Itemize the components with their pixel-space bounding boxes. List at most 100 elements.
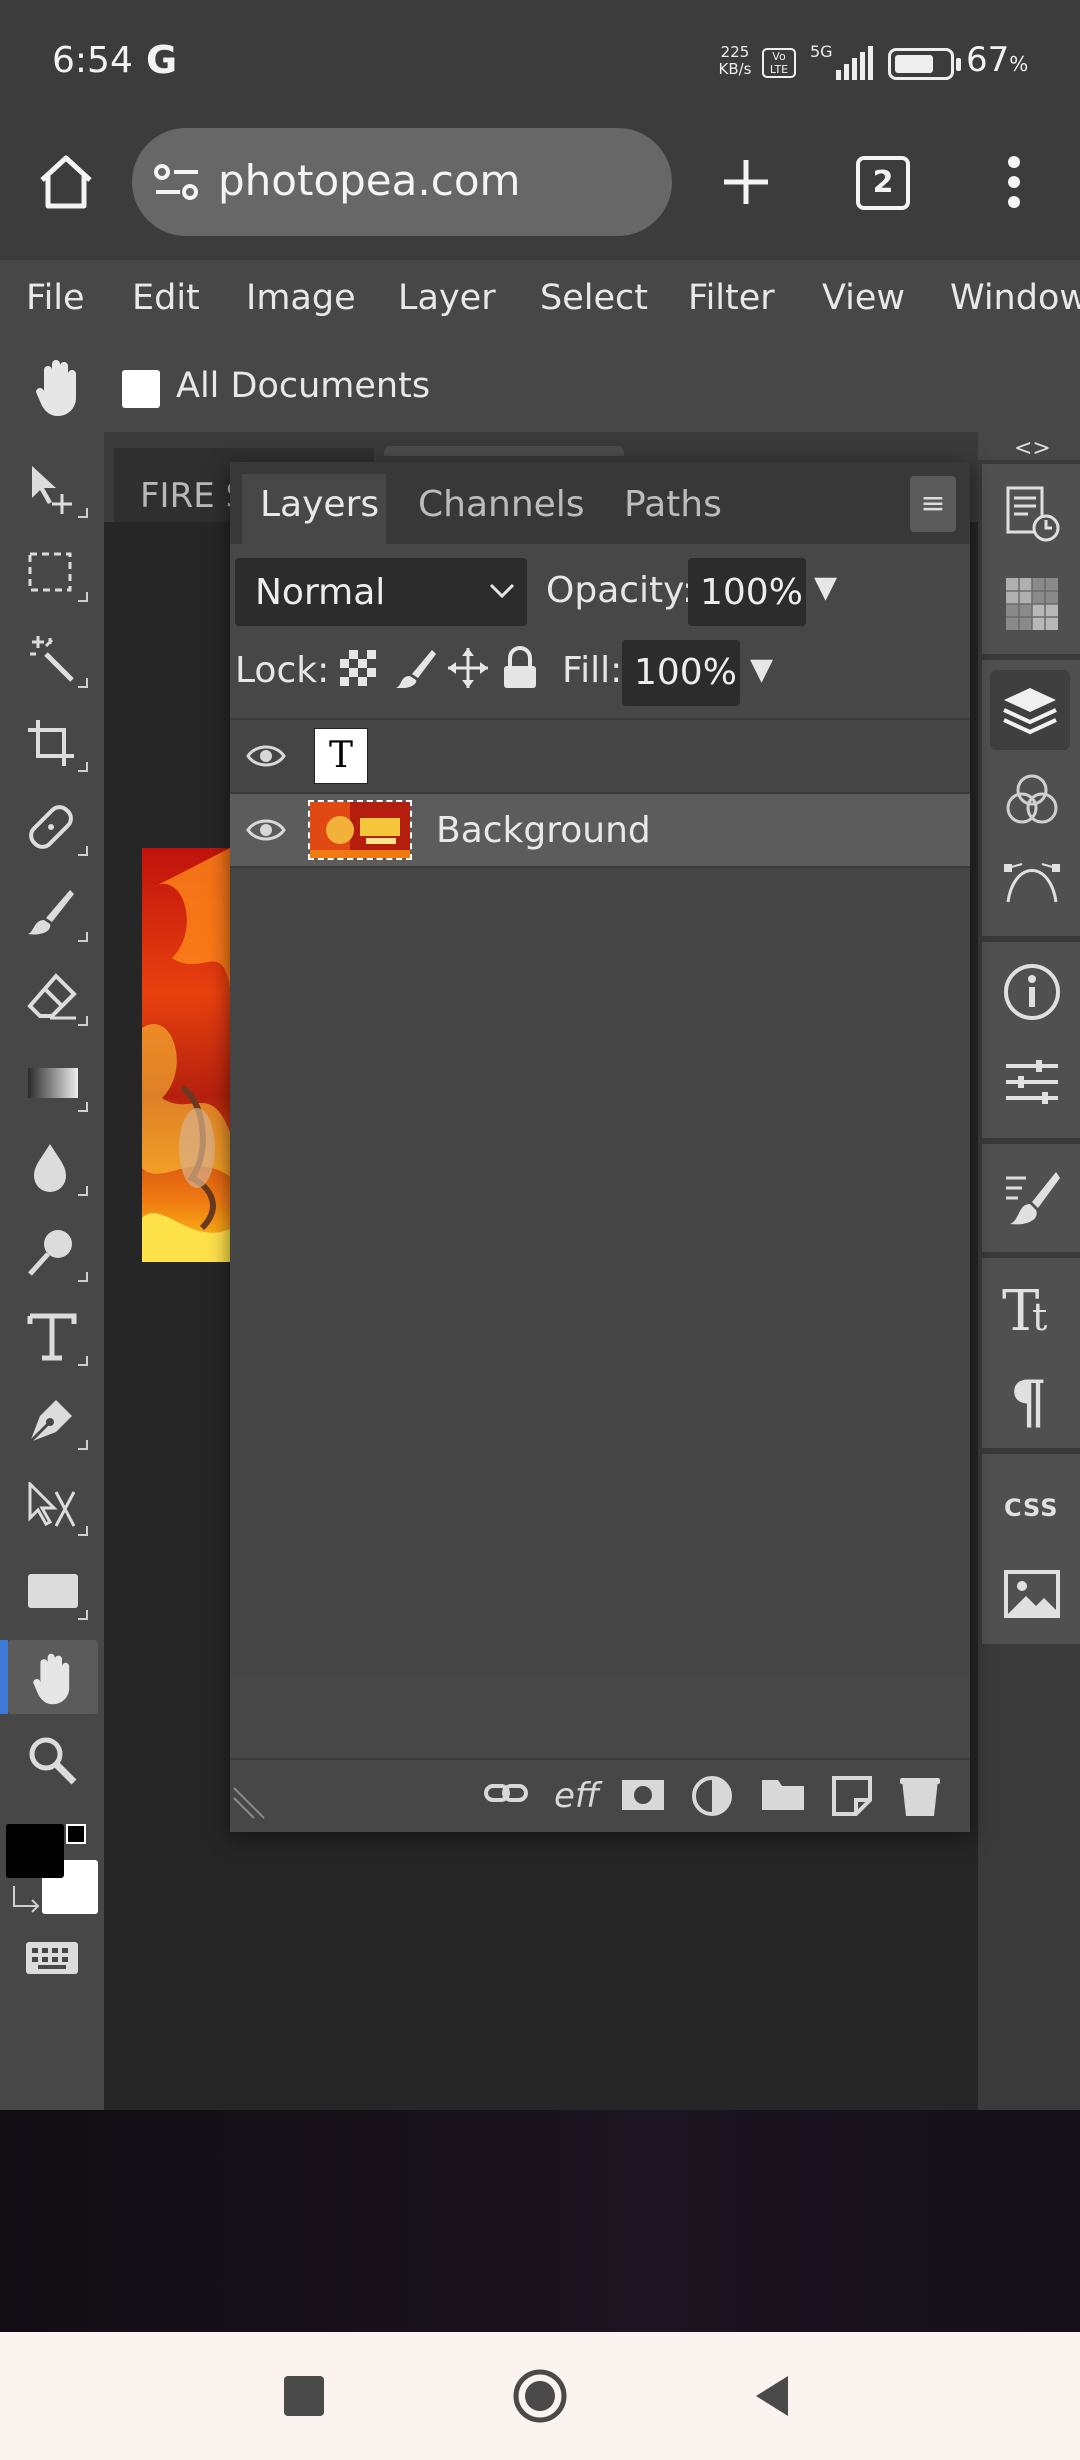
magic-wand-icon <box>30 636 74 682</box>
eraser-tool[interactable] <box>8 960 98 1034</box>
new-group-icon[interactable] <box>760 1774 806 1814</box>
menu-edit[interactable]: Edit <box>132 278 200 318</box>
all-documents-checkbox[interactable] <box>122 370 160 408</box>
blend-mode-select[interactable]: Normal <box>235 558 527 626</box>
lock-pixels-icon[interactable] <box>396 648 436 688</box>
keyboard-icon[interactable] <box>24 1940 80 1976</box>
hand-tool[interactable] <box>0 1640 98 1714</box>
fill-dropdown-arrow[interactable]: ▼ <box>750 652 773 687</box>
adjustments-icon[interactable] <box>1002 1052 1062 1112</box>
volte-icon: Vo LTE <box>762 48 796 78</box>
more-menu-icon[interactable] <box>1004 154 1024 210</box>
layer-thumbnail-image <box>308 800 412 860</box>
healing-brush-tool[interactable] <box>8 790 98 864</box>
eye-icon[interactable] <box>246 814 286 846</box>
type-tool[interactable] <box>8 1300 98 1374</box>
paths-icon[interactable] <box>1002 850 1062 910</box>
link-layers-icon[interactable] <box>484 1774 528 1814</box>
tab-paths[interactable]: Paths <box>624 484 722 525</box>
opacity-dropdown-arrow[interactable]: ▼ <box>814 570 837 605</box>
image-icon[interactable] <box>1002 1564 1062 1624</box>
swatches-icon[interactable] <box>1002 574 1062 634</box>
menu-view[interactable]: View <box>822 278 905 318</box>
speed-unit: KB/s <box>718 60 752 78</box>
adjustment-layer-icon[interactable] <box>690 1774 734 1818</box>
menu-file[interactable]: File <box>26 278 85 318</box>
lock-position-icon[interactable] <box>446 646 490 690</box>
dock-group-css: CSS <box>982 1454 1080 1644</box>
battery-icon <box>888 48 954 80</box>
gradient-tool[interactable] <box>8 1046 98 1120</box>
lock-transparency-icon[interactable] <box>338 648 378 688</box>
crop-icon <box>28 720 74 766</box>
panel-menu-button[interactable]: ≡ <box>910 476 956 532</box>
layer-effects-button[interactable]: eff <box>554 1776 599 1816</box>
crop-tool[interactable] <box>8 706 98 780</box>
pen-tool[interactable] <box>8 1384 98 1458</box>
google-icon: G <box>146 38 178 82</box>
bandage-icon <box>29 805 73 849</box>
speed-value: 225 <box>720 43 750 61</box>
tab-channels[interactable]: Channels <box>418 484 585 525</box>
swap-colors-icon[interactable] <box>10 1882 44 1916</box>
menu-image[interactable]: Image <box>246 278 356 318</box>
move-tool[interactable] <box>8 452 98 526</box>
new-tab-icon[interactable] <box>722 158 770 206</box>
css-icon[interactable]: CSS <box>1002 1474 1062 1534</box>
blur-tool[interactable] <box>8 1130 98 1204</box>
delete-layer-icon[interactable] <box>898 1774 942 1818</box>
new-layer-icon[interactable] <box>830 1774 874 1816</box>
brush-settings-icon[interactable] <box>1002 1168 1062 1228</box>
eye-icon[interactable] <box>246 740 286 772</box>
resize-handle-icon[interactable] <box>232 1786 266 1820</box>
menu-select[interactable]: Select <box>540 278 648 318</box>
marquee-tool[interactable] <box>8 536 98 610</box>
site-settings-icon[interactable] <box>154 162 200 202</box>
zoom-tool[interactable] <box>8 1724 98 1798</box>
right-panel-dock: Tt ¶ CSS <box>978 460 1080 2110</box>
menu-filter[interactable]: Filter <box>688 278 775 318</box>
layers-panel-button[interactable] <box>990 670 1070 750</box>
home-icon[interactable] <box>36 152 96 212</box>
layer-row-text[interactable]: T <box>230 720 970 794</box>
recents-button[interactable] <box>284 2376 324 2416</box>
dock-group-brush <box>982 1144 1080 1252</box>
foreground-color-front[interactable] <box>6 1824 64 1878</box>
history-icon[interactable] <box>1002 484 1062 544</box>
paragraph-icon[interactable]: ¶ <box>1002 1368 1062 1428</box>
back-nav-button[interactable] <box>752 2372 792 2420</box>
hand-icon <box>33 1653 70 1705</box>
marquee-icon <box>28 552 72 592</box>
chevron-down-icon <box>489 583 515 599</box>
home-nav-button[interactable] <box>512 2368 568 2424</box>
opacity-input[interactable]: 100% <box>688 558 806 626</box>
magic-wand-tool[interactable] <box>8 622 98 696</box>
document-tab-secondary[interactable] <box>384 446 624 456</box>
add-mask-icon[interactable] <box>620 1774 666 1814</box>
rectangle-icon <box>28 1574 78 1608</box>
battery-cap <box>956 58 961 71</box>
layers-list: T Background <box>230 718 970 1676</box>
type-icon <box>27 1313 77 1361</box>
network-type: 5G <box>810 42 833 61</box>
character-icon[interactable]: Tt <box>1002 1278 1062 1338</box>
panel-collapse-toggle[interactable]: <> <box>1014 436 1051 461</box>
opacity-value: 100% <box>700 572 803 613</box>
menu-window[interactable]: Window <box>950 278 1080 318</box>
fill-label: Fill: <box>562 650 623 691</box>
fill-input[interactable]: 100% <box>622 640 740 706</box>
brush-tool[interactable] <box>8 876 98 950</box>
tab-switcher-button[interactable]: 2 <box>856 156 910 210</box>
tab-layers[interactable]: Layers <box>242 474 386 544</box>
menu-layer[interactable]: Layer <box>398 278 496 318</box>
rectangle-tool[interactable] <box>8 1554 98 1628</box>
lock-all-icon[interactable] <box>500 646 540 690</box>
address-bar[interactable]: photopea.com <box>132 128 672 236</box>
all-documents-label: All Documents <box>176 366 431 406</box>
channels-icon[interactable] <box>1002 770 1062 830</box>
layer-row-background[interactable]: Background <box>230 794 970 868</box>
path-select-tool[interactable] <box>8 1470 98 1544</box>
default-colors-icon[interactable] <box>66 1824 86 1844</box>
info-icon[interactable] <box>1002 962 1062 1022</box>
dodge-tool[interactable] <box>8 1216 98 1290</box>
